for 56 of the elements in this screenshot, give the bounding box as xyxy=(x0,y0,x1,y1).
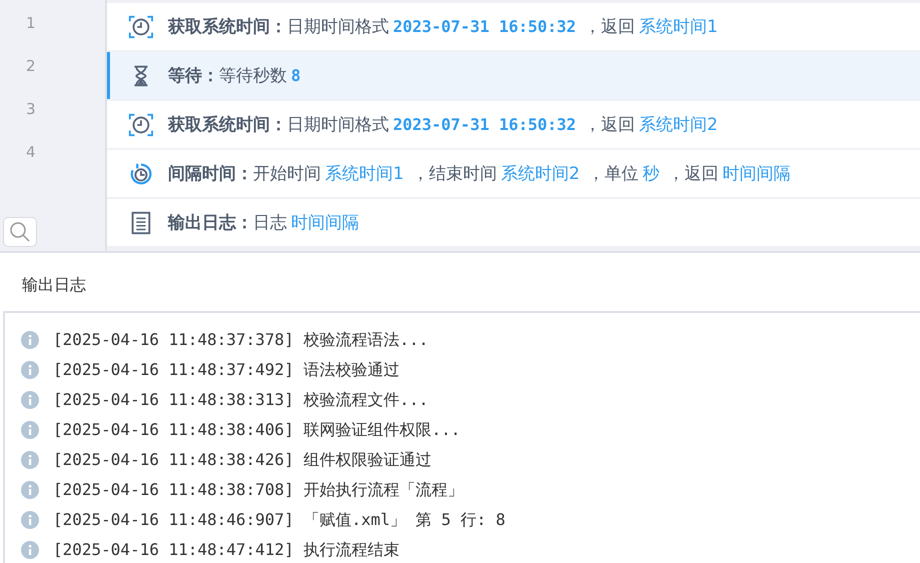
log-line: [2025-04-16 11:48:38:426] 组件权限验证通过 xyxy=(53,450,432,470)
info-icon xyxy=(21,451,39,469)
line-number: 1 xyxy=(25,14,36,32)
step-value: 系统时间2 xyxy=(500,163,580,185)
clock-icon xyxy=(128,112,154,138)
step-title: 输出日志： xyxy=(168,212,253,234)
info-icon xyxy=(21,331,39,349)
panel-title: 输出日志 xyxy=(21,274,87,296)
info-icon xyxy=(21,541,39,559)
step-value: 8 xyxy=(291,66,301,85)
log-line: [2025-04-16 11:48:37:378] 校验流程语法... xyxy=(53,330,428,350)
info-icon xyxy=(21,511,39,529)
log-line: [2025-04-16 11:48:38:406] 联网验证组件权限... xyxy=(53,420,460,440)
step-value: 2023-07-31 16:50:32 xyxy=(393,17,576,36)
info-icon xyxy=(21,481,39,499)
step-value: 秒 xyxy=(642,163,660,185)
step-value: 时间间隔 xyxy=(291,212,359,234)
step-title: 获取系统时间： xyxy=(168,114,287,136)
step-row[interactable]: 间隔时间：开始时间 系统时间1 ，结束时间 系统时间2 ，单位 秒 ，返回 时间间隔 xyxy=(107,150,920,197)
step-text: ，返回 xyxy=(584,114,636,136)
log-line: [2025-04-16 11:48:38:708] 开始执行流程「流程」 xyxy=(53,480,464,500)
step-title: 间隔时间： xyxy=(168,163,253,185)
info-icon xyxy=(21,391,39,409)
step-text: 等待秒数 xyxy=(219,65,287,87)
line-number: 4 xyxy=(25,142,36,161)
timer-icon xyxy=(128,160,154,186)
step-text: ，结束时间 xyxy=(412,163,497,185)
step-value: 系统时间1 xyxy=(639,16,718,38)
line-number: 2 xyxy=(25,57,36,76)
step-row[interactable]: 等待：等待秒数 8 xyxy=(107,52,920,99)
step-text: ，返回 xyxy=(668,163,719,185)
step-value: 系统时间1 xyxy=(325,163,404,185)
line-number: 3 xyxy=(25,100,36,118)
log-line: [2025-04-16 11:48:37:492] 语法校验通过 xyxy=(53,360,400,380)
info-icon xyxy=(21,361,39,379)
step-text: ，返回 xyxy=(584,16,636,38)
step-value: 时间间隔 xyxy=(722,163,791,185)
log-line: [2025-04-16 11:48:47:412] 执行流程结束 xyxy=(53,540,400,560)
clock-icon xyxy=(128,14,154,40)
search-icon xyxy=(9,221,31,244)
step-value: 系统时间2 xyxy=(639,114,718,136)
step-text: ，单位 xyxy=(588,163,639,185)
step-value: 2023-07-31 16:50:32 xyxy=(393,115,576,134)
step-title: 获取系统时间： xyxy=(168,16,287,38)
step-row[interactable]: 获取系统时间：日期时间格式 2023-07-31 16:50:32 ，返回 系统时间1 xyxy=(107,3,920,50)
search-button[interactable] xyxy=(3,217,37,248)
step-text: 开始时间 xyxy=(253,163,321,185)
step-row[interactable]: 输出日志：日志 时间间隔 xyxy=(107,199,920,246)
step-text: 日期时间格式 xyxy=(287,16,389,38)
step-title: 等待： xyxy=(168,65,219,87)
step-text: 日志 xyxy=(253,212,287,234)
step-text: 日期时间格式 xyxy=(287,114,389,136)
log-line: [2025-04-16 11:48:38:313] 校验流程文件... xyxy=(53,390,428,410)
info-icon xyxy=(21,421,39,439)
step-row[interactable]: 获取系统时间：日期时间格式 2023-07-31 16:50:32 ，返回 系统时间2 xyxy=(107,101,920,148)
log-line: [2025-04-16 11:48:46:907] 「赋值.xml」 第 5 行: 8 xyxy=(53,510,506,530)
